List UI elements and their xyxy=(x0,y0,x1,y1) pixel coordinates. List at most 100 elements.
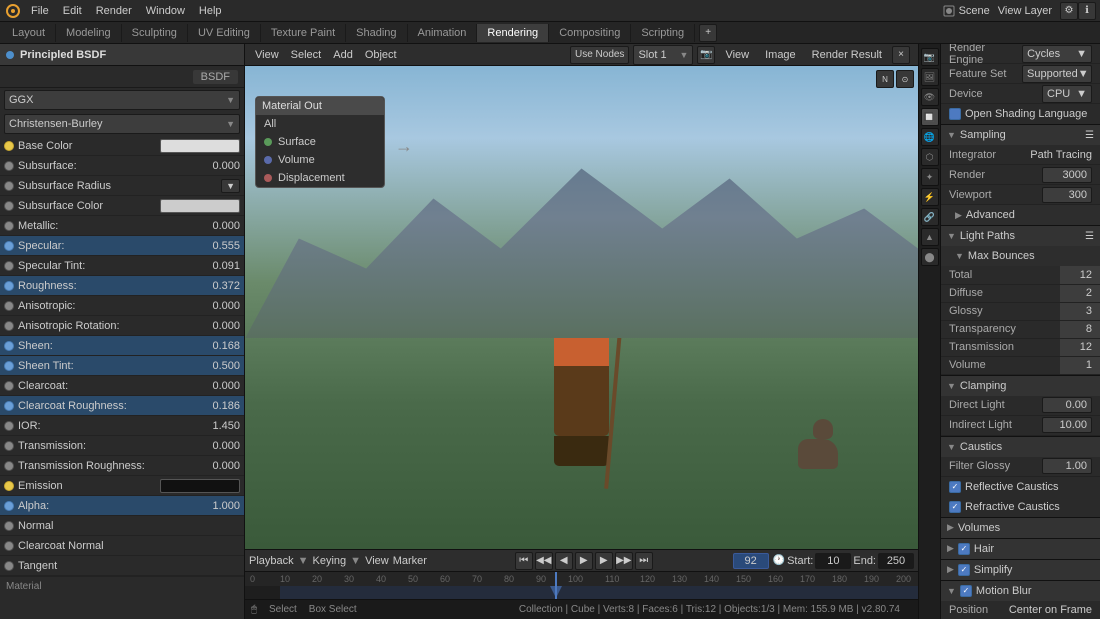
prop-row-clearcoat-roughness[interactable]: Clearcoat Roughness: 0.186 xyxy=(0,396,244,416)
prop-row-base-color[interactable]: Base Color xyxy=(0,136,244,156)
volume-value[interactable]: 1 xyxy=(1060,356,1100,374)
reflective-caustics-checkbox[interactable]: ✓ xyxy=(949,481,961,493)
next-keyframe-btn[interactable]: ▶▶ xyxy=(615,552,633,570)
prop-row-alpha[interactable]: Alpha: 1.000 xyxy=(0,496,244,516)
next-frame-btn[interactable]: ▶ xyxy=(595,552,613,570)
render-engine-dropdown[interactable]: Cycles ▼ xyxy=(1022,45,1092,63)
indirect-light-value[interactable]: 10.00 xyxy=(1042,417,1092,433)
menu-render[interactable]: Render xyxy=(89,3,139,19)
simplify-header[interactable]: ▶ ✓ Simplify xyxy=(941,560,1100,580)
direct-light-value[interactable]: 0.00 xyxy=(1042,397,1092,413)
start-frame-input[interactable]: 10 xyxy=(815,553,851,569)
right-strip-data-icon[interactable]: ▲ xyxy=(921,228,939,246)
clamping-header[interactable]: ▼ Clamping xyxy=(941,376,1100,396)
settings-icon-btn[interactable]: ⚙ xyxy=(1060,2,1078,20)
subsurface-method-dropdown[interactable]: Christensen-Burley ▼ xyxy=(4,114,240,134)
base-color-swatch[interactable] xyxy=(160,139,240,153)
prop-row-transmission-roughness[interactable]: Transmission Roughness: 0.000 xyxy=(0,456,244,476)
emission-color-swatch[interactable] xyxy=(160,479,240,493)
camera-icon-btn[interactable]: 📷 xyxy=(697,46,715,64)
prop-row-normal[interactable]: Normal xyxy=(0,516,244,536)
right-strip-physics-icon[interactable]: ⚡ xyxy=(921,188,939,206)
transparency-value[interactable]: 8 xyxy=(1060,320,1100,338)
menu-file[interactable]: File xyxy=(24,3,56,19)
prop-row-subsurface[interactable]: Subsurface: 0.000 xyxy=(0,156,244,176)
slot-dropdown[interactable]: Slot 1 ▼ xyxy=(633,45,693,65)
prop-row-subsurface-radius[interactable]: Subsurface Radius ▼ xyxy=(0,176,244,196)
right-strip-render-icon[interactable]: 📷 xyxy=(921,48,939,66)
close-render-icon[interactable]: × xyxy=(892,46,910,64)
tab-scripting[interactable]: Scripting xyxy=(631,24,695,42)
volumes-header[interactable]: ▶ Volumes xyxy=(941,518,1100,538)
tab-modeling[interactable]: Modeling xyxy=(56,24,122,42)
simplify-checkbox[interactable]: ✓ xyxy=(958,564,970,576)
subsurface-radius-arrow-icon[interactable]: ▼ xyxy=(221,179,240,193)
tab-shading[interactable]: Shading xyxy=(346,24,407,42)
right-strip-object-icon[interactable]: ⬡ xyxy=(921,148,939,166)
right-strip-scene-icon[interactable]: 🔲 xyxy=(921,108,939,126)
vh-image[interactable]: Image xyxy=(759,47,802,63)
prop-row-sheen-tint[interactable]: Sheen Tint: 0.500 xyxy=(0,356,244,376)
prev-frame-btn[interactable]: ◀ xyxy=(555,552,573,570)
vh-select[interactable]: Select xyxy=(285,47,328,63)
prop-row-emission[interactable]: Emission xyxy=(0,476,244,496)
menu-window[interactable]: Window xyxy=(139,3,192,19)
mat-item-all[interactable]: All xyxy=(256,115,384,133)
prop-row-ior[interactable]: IOR: 1.450 xyxy=(0,416,244,436)
vh-view2[interactable]: View xyxy=(719,47,755,63)
viewport-render-icon[interactable]: ⊙ xyxy=(896,70,914,88)
hair-header[interactable]: ▶ ✓ Hair xyxy=(941,539,1100,559)
right-strip-particles-icon[interactable]: ✦ xyxy=(921,168,939,186)
feature-set-dropdown[interactable]: Supported ▼ xyxy=(1022,65,1092,83)
prop-row-tangent[interactable]: Tangent xyxy=(0,556,244,576)
jump-end-btn[interactable]: ⏭ xyxy=(635,552,653,570)
diffuse-value[interactable]: 2 xyxy=(1060,284,1100,302)
caustics-header[interactable]: ▼ Caustics xyxy=(941,437,1100,457)
advanced-header[interactable]: ▶ Advanced xyxy=(941,205,1100,225)
vh-render-result[interactable]: Render Result xyxy=(806,47,888,63)
total-value[interactable]: 12 xyxy=(1060,266,1100,284)
prop-row-anisotropic-rotation[interactable]: Anisotropic Rotation: 0.000 xyxy=(0,316,244,336)
prop-row-metallic[interactable]: Metallic: 0.000 xyxy=(0,216,244,236)
glossy-value[interactable]: 3 xyxy=(1060,302,1100,320)
add-workspace-btn[interactable]: + xyxy=(699,24,717,42)
use-nodes-icon[interactable]: Use Nodes xyxy=(570,46,629,64)
mat-item-surface[interactable]: Surface xyxy=(256,133,384,151)
end-frame-input[interactable]: 250 xyxy=(878,553,914,569)
open-shading-checkbox[interactable] xyxy=(949,108,961,120)
subsurface-color-swatch[interactable] xyxy=(160,199,240,213)
max-bounces-header[interactable]: ▼ Max Bounces xyxy=(941,246,1100,266)
distribution-dropdown[interactable]: GGX ▼ xyxy=(4,90,240,110)
tab-animation[interactable]: Animation xyxy=(408,24,478,42)
refractive-caustics-checkbox[interactable]: ✓ xyxy=(949,501,961,513)
hair-checkbox[interactable]: ✓ xyxy=(958,543,970,555)
prop-row-subsurface-color[interactable]: Subsurface Color xyxy=(0,196,244,216)
light-paths-header[interactable]: ▼ Light Paths ☰ xyxy=(941,226,1100,246)
light-paths-menu-icon[interactable]: ☰ xyxy=(1085,231,1094,242)
menu-edit[interactable]: Edit xyxy=(56,3,89,19)
prev-keyframe-btn[interactable]: ◀◀ xyxy=(535,552,553,570)
current-frame-input[interactable]: 92 xyxy=(733,553,769,569)
prop-row-sheen[interactable]: Sheen: 0.168 xyxy=(0,336,244,356)
mat-item-volume[interactable]: Volume xyxy=(256,151,384,169)
menu-help[interactable]: Help xyxy=(192,3,229,19)
device-dropdown[interactable]: CPU ▼ xyxy=(1042,85,1092,103)
prop-row-clearcoat-normal[interactable]: Clearcoat Normal xyxy=(0,536,244,556)
right-strip-view-icon[interactable]: 👁 xyxy=(921,88,939,106)
tab-layout[interactable]: Layout xyxy=(2,24,56,42)
mat-item-displacement[interactable]: Displacement xyxy=(256,169,384,187)
vh-view[interactable]: View xyxy=(249,47,285,63)
viewport-samples-value[interactable]: 300 xyxy=(1042,187,1092,203)
timeline-ruler[interactable]: 0 10 20 30 40 50 60 70 80 90 100 110 120… xyxy=(245,572,918,599)
sampling-menu-icon[interactable]: ☰ xyxy=(1085,130,1094,141)
tab-compositing[interactable]: Compositing xyxy=(549,24,631,42)
vh-add[interactable]: Add xyxy=(327,47,359,63)
jump-start-btn[interactable]: ⏮ xyxy=(515,552,533,570)
sampling-header[interactable]: ▼ Sampling ☰ xyxy=(941,125,1100,145)
prop-row-specular[interactable]: Specular: 0.555 xyxy=(0,236,244,256)
render-samples-value[interactable]: 3000 xyxy=(1042,167,1092,183)
play-btn[interactable]: ▶ xyxy=(575,552,593,570)
vh-object[interactable]: Object xyxy=(359,47,403,63)
prop-row-clearcoat[interactable]: Clearcoat: 0.000 xyxy=(0,376,244,396)
motion-blur-checkbox[interactable]: ✓ xyxy=(960,585,972,597)
